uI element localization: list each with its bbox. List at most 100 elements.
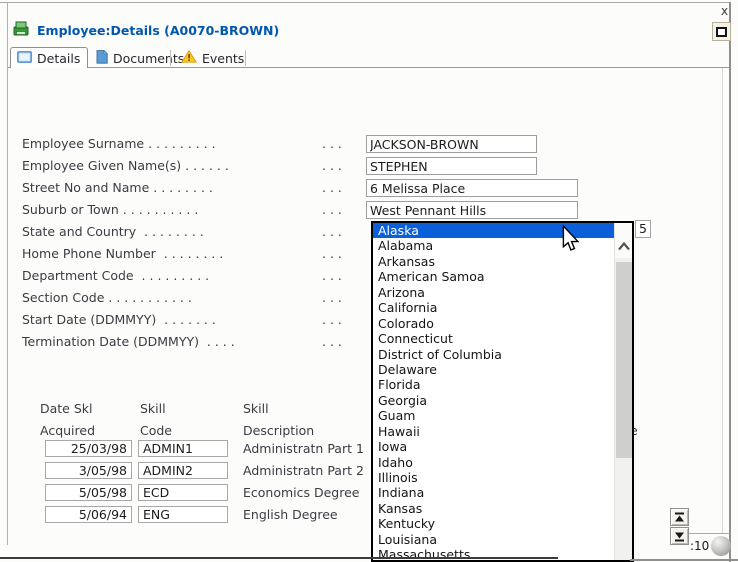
dot-leader: . . . [322, 201, 342, 219]
scroll-to-bottom-button[interactable] [670, 527, 689, 545]
scroll-bottom-icon [674, 527, 685, 546]
skill-description: English Degree [243, 506, 338, 523]
dropdown-option[interactable]: Georgia [373, 393, 614, 408]
skill-code-input[interactable] [138, 506, 228, 523]
dot-leader: . . . [322, 289, 342, 307]
field-input[interactable] [366, 179, 578, 197]
dropdown-option[interactable]: Florida [373, 377, 614, 392]
skills-col-header: Code [140, 422, 172, 440]
dropdown-option[interactable]: Hawaii [373, 424, 614, 439]
field-label: Suburb or Town . . . . . . . . . . [22, 201, 198, 219]
scroll-to-top-button[interactable] [670, 508, 689, 526]
field-label: Employee Given Name(s) . . . . . . [22, 157, 229, 175]
chevron-up-icon [618, 236, 630, 255]
tab-panel-border [8, 67, 729, 68]
employee-details-window: x Employee:Details (A0070-BROWN) Details [0, 0, 738, 562]
dot-leader: . . . [322, 135, 342, 153]
dropdown-option[interactable]: California [373, 300, 614, 315]
form-row: Street No and Name . . . . . . . . . . . [0, 179, 738, 197]
maximize-icon [716, 27, 727, 37]
dropdown-option[interactable]: Arizona [373, 285, 614, 300]
tab-events[interactable]: Events [181, 49, 244, 67]
skills-col-header: Skill [243, 400, 269, 418]
field-label: Employee Surname . . . . . . . . . [22, 135, 216, 153]
scrollbar-thumb[interactable] [616, 262, 632, 458]
dropdown-option[interactable]: Arkansas [373, 254, 614, 269]
field-label: Section Code . . . . . . . . . . . [22, 289, 192, 307]
dropdown-option[interactable]: American Samoa [373, 269, 614, 284]
skill-description: Economics Degree [243, 484, 360, 501]
dropdown-option[interactable]: Iowa [373, 439, 614, 454]
field-label: Department Code . . . . . . . . . [22, 267, 209, 285]
dropdown-option[interactable]: Indiana [373, 485, 614, 500]
form-row: Suburb or Town . . . . . . . . . . . . . [0, 201, 738, 219]
field-input[interactable] [366, 157, 537, 175]
bottom-window-edge [0, 557, 558, 559]
dot-leader: . . . [322, 157, 342, 175]
scroll-top-icon [674, 508, 685, 527]
skills-col-header: Acquired [40, 422, 95, 440]
field-label: Termination Date (DDMMYY) . . . . [22, 333, 235, 351]
tab-label: Details [37, 51, 80, 66]
dropdown-option[interactable]: Delaware [373, 362, 614, 377]
skill-date-input[interactable] [45, 462, 132, 479]
field-label: Street No and Name . . . . . . . . [22, 179, 213, 197]
dropdown-option[interactable]: Louisiana [373, 532, 614, 547]
dropdown-option[interactable]: Kansas [373, 501, 614, 516]
dot-leader: . . . [322, 333, 342, 351]
skill-code-input[interactable] [138, 440, 228, 457]
dropdown-option[interactable]: Idaho [373, 455, 614, 470]
form-row: Employee Surname . . . . . . . . . . . . [0, 135, 738, 153]
dropdown-option[interactable]: Illinois [373, 470, 614, 485]
dot-leader: . . . [322, 223, 342, 241]
skill-code-input[interactable] [138, 462, 228, 479]
dropdown-scrollbar[interactable] [614, 223, 632, 560]
dropdown-option[interactable]: Kentucky [373, 516, 614, 531]
skills-col-header: Date Skl [40, 400, 93, 418]
scroll-up-button[interactable] [615, 223, 632, 258]
cursor-arrow-icon [562, 225, 580, 256]
dropdown-option[interactable]: Connecticut [373, 331, 614, 346]
tab-documents[interactable]: Documents [96, 49, 184, 67]
status-sphere-icon [711, 536, 731, 556]
tab-separator [170, 50, 171, 66]
window-top-border [0, 2, 731, 3]
dot-leader: . . . [322, 179, 342, 197]
field-input[interactable] [366, 201, 578, 219]
tab-label: Events [202, 51, 244, 66]
skill-code-input[interactable] [138, 484, 228, 501]
tab-details[interactable]: Details [10, 47, 88, 68]
state-field-fragment[interactable]: 5 [635, 220, 651, 238]
skills-col-header: Description [243, 422, 314, 440]
dropdown-option[interactable]: Colorado [373, 316, 614, 331]
skill-description: Administratn Part 2 [243, 462, 364, 479]
tab-separator [245, 50, 246, 66]
dot-leader: . . . [322, 267, 342, 285]
form-row: Employee Given Name(s) . . . . . . . . . [0, 157, 738, 175]
bottom-right-edge [630, 559, 738, 561]
employee-app-icon [12, 20, 30, 38]
skill-date-input[interactable] [45, 506, 132, 523]
skill-date-input[interactable] [45, 440, 132, 457]
close-icon[interactable]: x [721, 4, 728, 18]
field-input[interactable] [366, 135, 537, 153]
dropdown-options: Alaska Alabama Arkansas American Samoa A… [373, 223, 614, 560]
warning-icon [181, 50, 197, 66]
state-dropdown-list: Alaska Alabama Arkansas American Samoa A… [371, 221, 634, 562]
skill-description: Administratn Part 1 [243, 440, 364, 457]
pager-position-label: :10 [690, 539, 709, 553]
skill-date-input[interactable] [45, 484, 132, 501]
dropdown-option[interactable]: Guam [373, 408, 614, 423]
tab-label: Documents [113, 51, 184, 66]
maximize-button[interactable] [712, 22, 731, 41]
document-icon [96, 50, 108, 67]
details-tab-icon [17, 51, 32, 66]
window-title: Employee:Details (A0070-BROWN) [37, 23, 279, 38]
dot-leader: . . . [322, 245, 342, 263]
panel-bottom-border [688, 533, 730, 534]
dropdown-option[interactable]: District of Columbia [373, 347, 614, 362]
field-label: State and Country . . . . . . . . [22, 223, 204, 241]
field-label: Start Date (DDMMYY) . . . . . . . [22, 311, 216, 329]
dot-leader: . . . [322, 311, 342, 329]
field-label: Home Phone Number . . . . . . . . [22, 245, 223, 263]
